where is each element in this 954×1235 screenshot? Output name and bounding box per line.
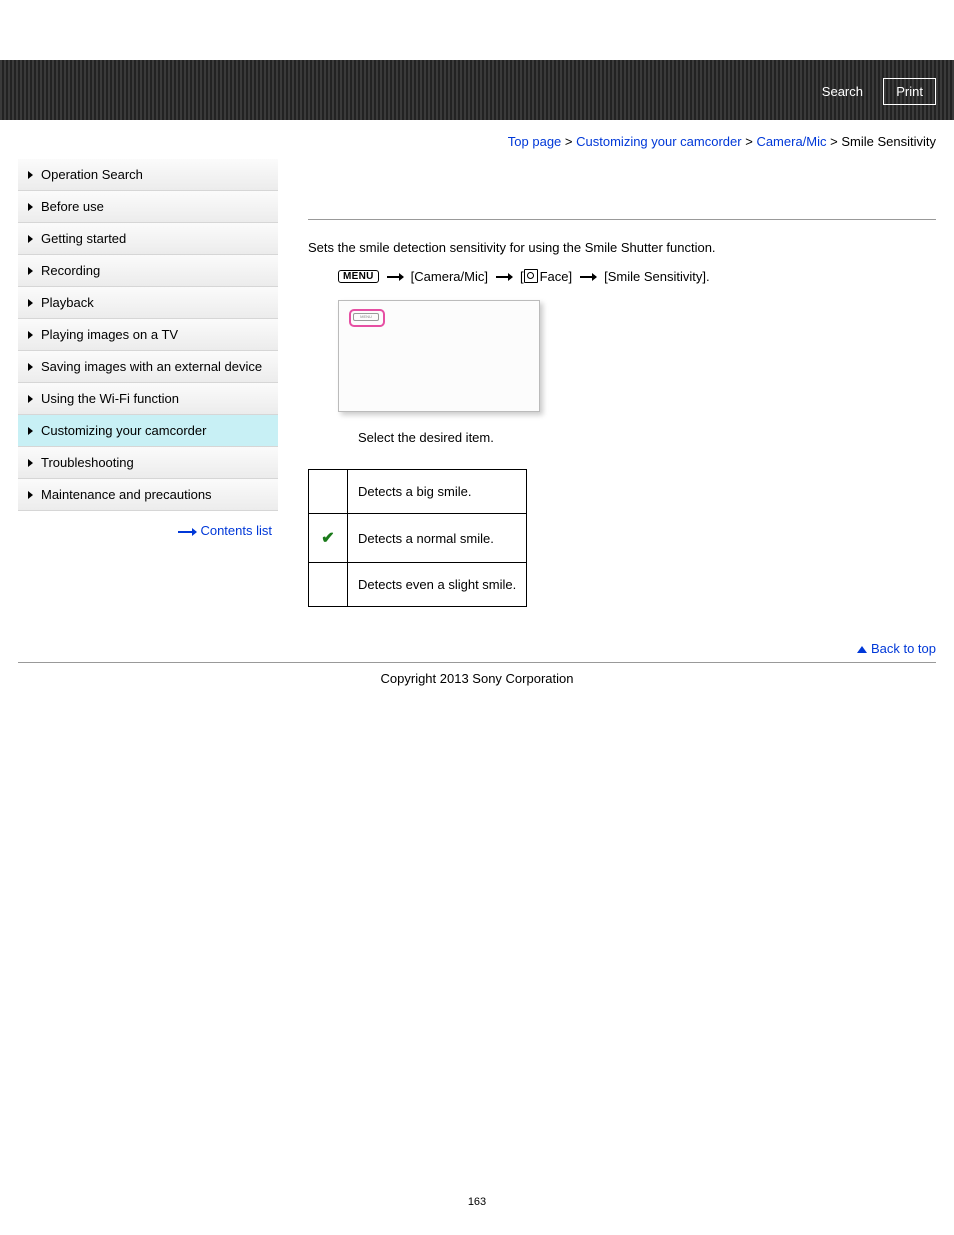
menu-button-icon: MENU bbox=[338, 270, 379, 283]
check-cell bbox=[309, 563, 348, 607]
chevron-right-icon bbox=[28, 395, 33, 403]
breadcrumb-current: Smile Sensitivity bbox=[841, 134, 936, 149]
sidebar-item-label: Getting started bbox=[41, 231, 126, 246]
chevron-right-icon bbox=[28, 267, 33, 275]
search-button[interactable]: Search bbox=[809, 78, 876, 105]
contents-list-link[interactable]: Contents list bbox=[200, 523, 272, 538]
sidebar-item-label: Troubleshooting bbox=[41, 455, 134, 470]
checkmark-icon: ✔ bbox=[321, 530, 334, 547]
header-bar: Search Print bbox=[0, 60, 954, 120]
sidebar: Operation Search Before use Getting starte… bbox=[18, 159, 278, 631]
main-content: Sets the smile detection sensitivity for… bbox=[278, 159, 954, 631]
back-to-top-link[interactable]: Back to top bbox=[871, 641, 936, 656]
option-description: Detects a big smile. bbox=[348, 470, 527, 514]
sidebar-item-label: Using the Wi-Fi function bbox=[41, 391, 179, 406]
sidebar-item-operation-search[interactable]: Operation Search bbox=[18, 159, 278, 191]
menu-indicator: MENU bbox=[353, 313, 379, 321]
page-number: 163 bbox=[0, 716, 954, 1228]
sidebar-item-label: Saving images with an external device bbox=[41, 359, 262, 374]
chevron-right-icon bbox=[28, 331, 33, 339]
chevron-right-icon bbox=[28, 235, 33, 243]
chevron-right-icon bbox=[28, 203, 33, 211]
chevron-right-icon bbox=[28, 363, 33, 371]
sidebar-item-label: Customizing your camcorder bbox=[41, 423, 206, 438]
sidebar-item-label: Playback bbox=[41, 295, 94, 310]
sidebar-item-troubleshooting[interactable]: Troubleshooting bbox=[18, 447, 278, 479]
sidebar-item-label: Recording bbox=[41, 263, 100, 278]
chevron-right-icon bbox=[28, 459, 33, 467]
description-text: Sets the smile detection sensitivity for… bbox=[308, 240, 936, 255]
arrow-right-icon bbox=[387, 276, 403, 278]
chevron-right-icon bbox=[28, 491, 33, 499]
copyright-text: Copyright 2013 Sony Corporation bbox=[0, 663, 954, 716]
chevron-right-icon bbox=[28, 171, 33, 179]
sidebar-item-maintenance-and-precautions[interactable]: Maintenance and precautions bbox=[18, 479, 278, 511]
sidebar-item-before-use[interactable]: Before use bbox=[18, 191, 278, 223]
check-cell: ✔ bbox=[309, 514, 348, 563]
sidebar-item-saving-images-with-an-external-device[interactable]: Saving images with an external device bbox=[18, 351, 278, 383]
instruction-text: Select the desired item. bbox=[358, 430, 936, 445]
face-icon bbox=[524, 269, 538, 283]
divider bbox=[308, 219, 936, 220]
table-row: Detects a big smile. bbox=[309, 470, 527, 514]
menu-navigation-path: MENU [Camera/Mic] [Face] [Smile Sensitiv… bbox=[338, 269, 936, 284]
table-row: ✔ Detects a normal smile. bbox=[309, 514, 527, 563]
sidebar-item-label: Playing images on a TV bbox=[41, 327, 178, 342]
back-to-top-wrap: Back to top bbox=[0, 631, 954, 662]
sidebar-item-label: Operation Search bbox=[41, 167, 143, 182]
triangle-up-icon bbox=[857, 646, 867, 653]
breadcrumb-link-top[interactable]: Top page bbox=[508, 134, 562, 149]
breadcrumb-link-customizing[interactable]: Customizing your camcorder bbox=[576, 134, 741, 149]
sidebar-item-playback[interactable]: Playback bbox=[18, 287, 278, 319]
sidebar-item-customizing-your-camcorder[interactable]: Customizing your camcorder bbox=[18, 415, 278, 447]
breadcrumb-link-camera-mic[interactable]: Camera/Mic bbox=[756, 134, 826, 149]
nav-step: [Camera/Mic] bbox=[411, 269, 488, 284]
sidebar-item-label: Maintenance and precautions bbox=[41, 487, 212, 502]
arrow-right-icon bbox=[580, 276, 596, 278]
camera-screen-illustration: MENU bbox=[338, 300, 540, 412]
sidebar-item-getting-started[interactable]: Getting started bbox=[18, 223, 278, 255]
chevron-right-icon bbox=[28, 299, 33, 307]
sidebar-item-playing-images-on-a-tv[interactable]: Playing images on a TV bbox=[18, 319, 278, 351]
chevron-right-icon bbox=[28, 427, 33, 435]
sidebar-item-label: Before use bbox=[41, 199, 104, 214]
breadcrumb-sep: > bbox=[830, 134, 838, 149]
option-description: Detects even a slight smile. bbox=[348, 563, 527, 607]
check-cell bbox=[309, 470, 348, 514]
arrow-right-icon bbox=[178, 531, 196, 533]
sidebar-item-using-the-wi-fi-function[interactable]: Using the Wi-Fi function bbox=[18, 383, 278, 415]
option-description: Detects a normal smile. bbox=[348, 514, 527, 563]
contents-list-link-wrap: Contents list bbox=[18, 511, 278, 550]
print-button[interactable]: Print bbox=[883, 78, 936, 105]
options-table: Detects a big smile. ✔ Detects a normal sm… bbox=[308, 469, 527, 607]
table-row: Detects even a slight smile. bbox=[309, 563, 527, 607]
nav-step: [Smile Sensitivity]. bbox=[604, 269, 709, 284]
breadcrumb: Top page > Customizing your camcorder > … bbox=[0, 120, 954, 159]
sidebar-item-recording[interactable]: Recording bbox=[18, 255, 278, 287]
breadcrumb-sep: > bbox=[565, 134, 573, 149]
nav-step: [Face] bbox=[520, 269, 572, 284]
breadcrumb-sep: > bbox=[745, 134, 753, 149]
arrow-right-icon bbox=[496, 276, 512, 278]
